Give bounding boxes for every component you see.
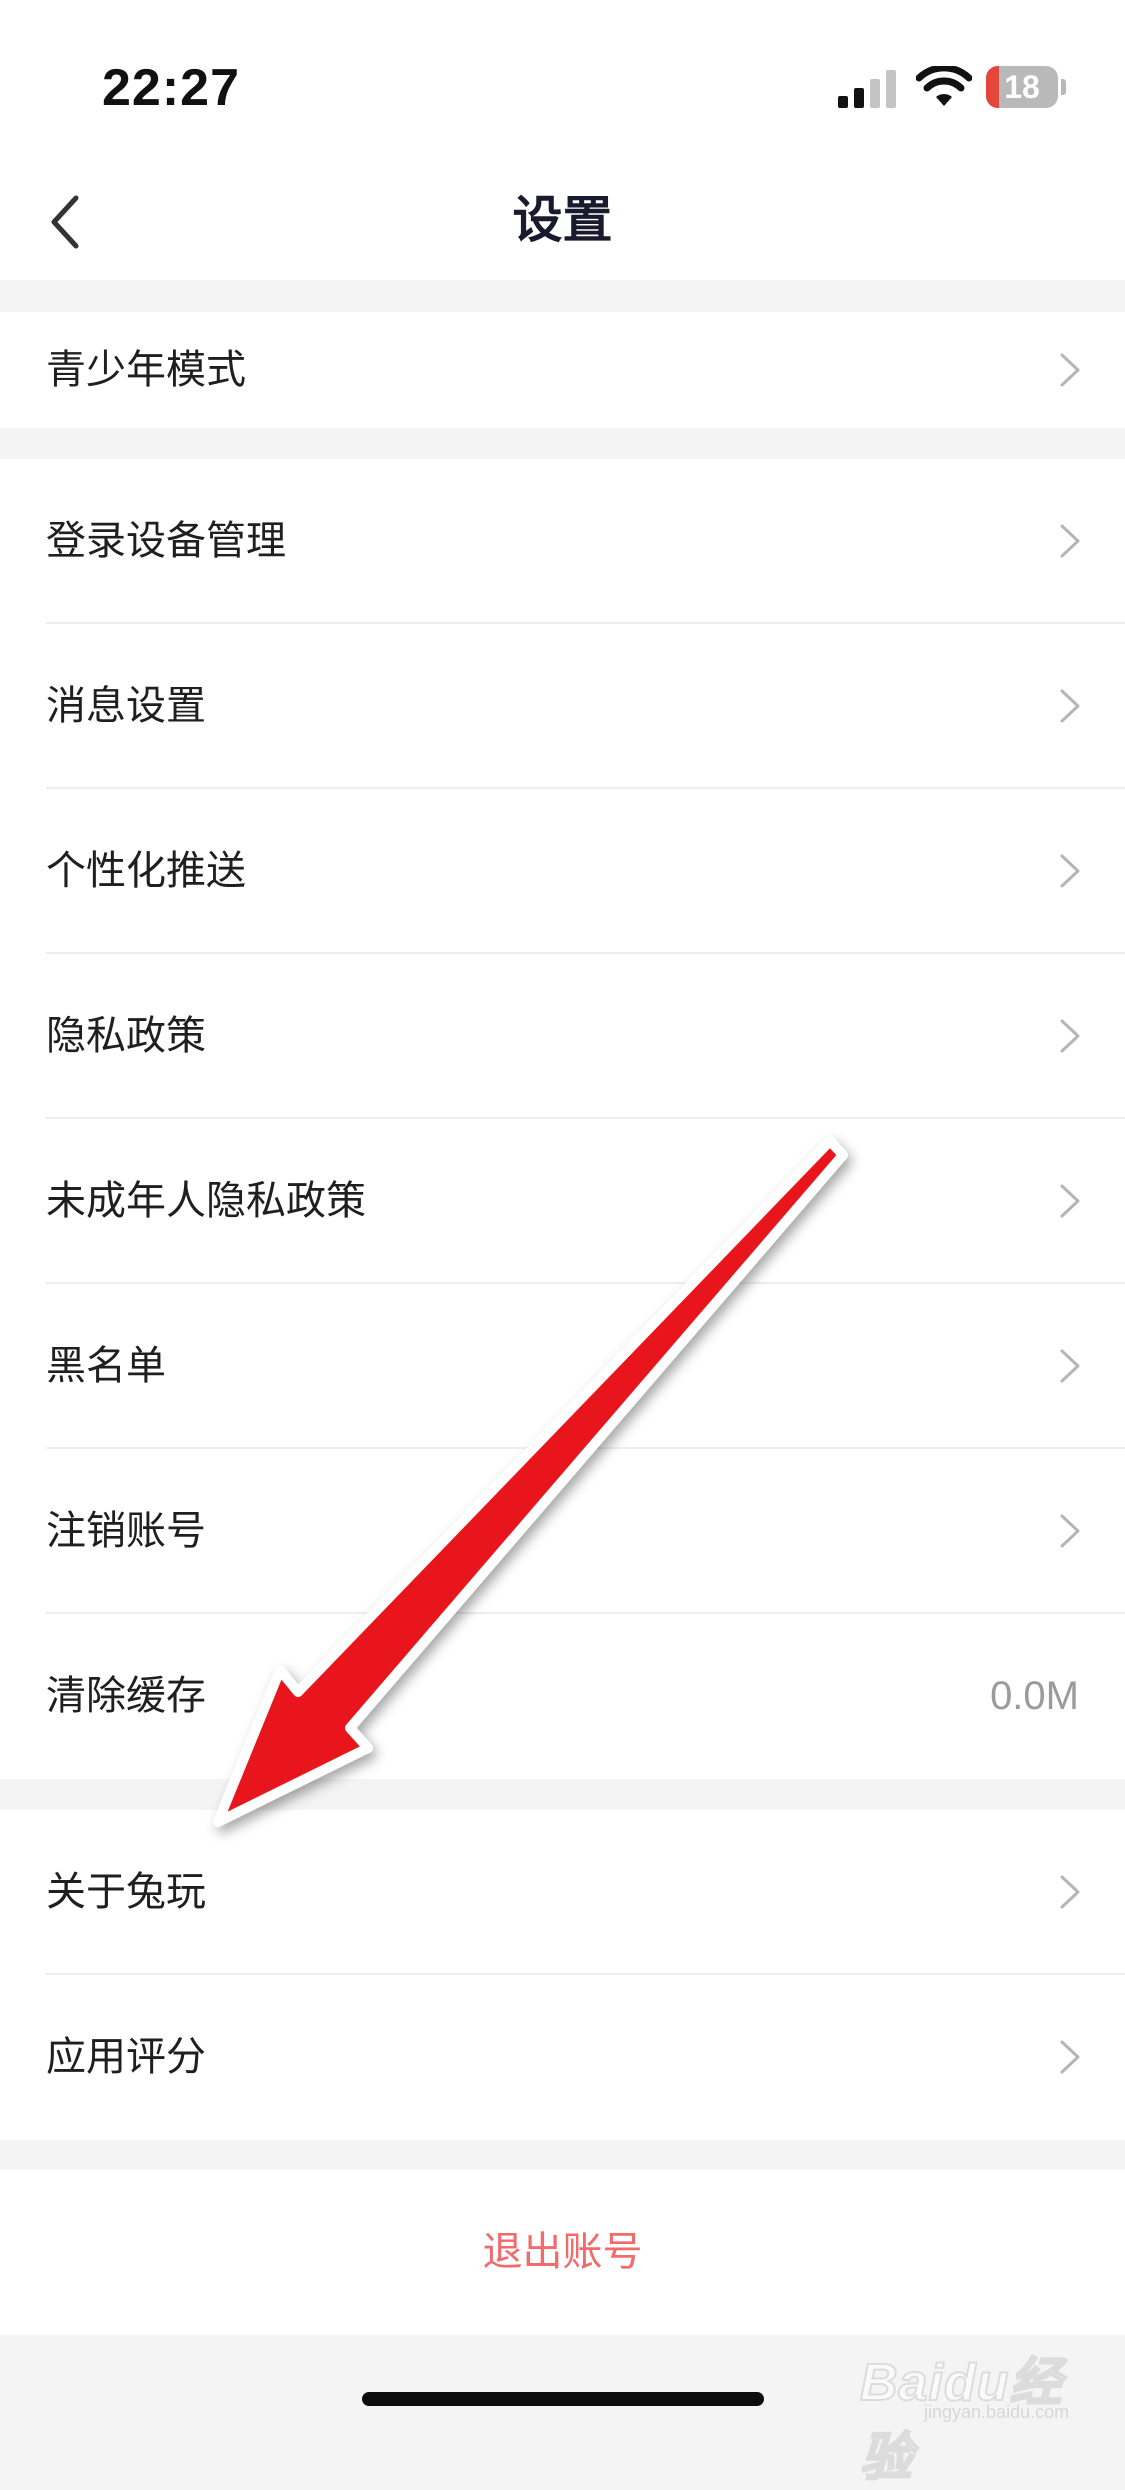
row-about[interactable]: 关于兔玩 [0,1810,1125,1975]
chevron-right-icon [1060,353,1080,387]
row-personalized-push[interactable]: 个性化推送 [0,789,1125,954]
back-button[interactable] [40,180,120,260]
chevron-right-icon [1060,1184,1080,1218]
row-login-devices[interactable]: 登录设备管理 [0,459,1125,624]
row-app-rating[interactable]: 应用评分 [0,1975,1125,2140]
chevron-right-icon [1060,1875,1080,1909]
battery-cap [1061,79,1066,95]
settings-group-teen: 青少年模式 [0,312,1125,428]
settings-group-main: 登录设备管理 消息设置 个性化推送 隐私政策 未成年人隐私政策 黑名单 注销账号… [0,459,1125,1779]
row-label: 登录设备管理 [46,518,286,564]
row-label: 清除缓存 [46,1673,206,1719]
chevron-right-icon [1060,524,1080,558]
chevron-right-icon [1060,689,1080,723]
battery-level: 18 [1004,69,1040,105]
chevron-right-icon [1060,2040,1080,2074]
cache-size-value: 0.0M [990,1674,1079,1718]
row-label: 注销账号 [46,1508,206,1554]
battery-icon: 18 [986,66,1066,108]
row-label: 未成年人隐私政策 [46,1178,366,1224]
row-label: 应用评分 [46,2034,206,2080]
page-title: 设置 [512,191,613,249]
signal-icon [838,70,896,108]
baidu-watermark: Baidu经验 jingyan.baidu.com [859,2310,1100,2488]
row-privacy-policy[interactable]: 隐私政策 [0,954,1125,1119]
battery-body: 18 [986,66,1058,108]
row-label: 消息设置 [46,683,206,729]
watermark-sub: jingyan.baidu.com [924,2402,1070,2422]
status-time: 22:27 [102,59,240,117]
row-label: 黑名单 [46,1343,166,1389]
status-bar: 22:27 18 [0,0,1125,160]
chevron-right-icon [1060,854,1080,888]
home-indicator[interactable] [362,2392,764,2406]
nav-bar: 设置 [0,160,1125,280]
row-label: 个性化推送 [46,848,246,894]
row-label: 关于兔玩 [46,1869,206,1915]
row-label: 隐私政策 [46,1013,206,1059]
chevron-left-icon [51,195,79,249]
row-label: 青少年模式 [46,347,246,393]
chevron-right-icon [1060,1514,1080,1548]
wifi-icon [916,66,972,106]
row-clear-cache[interactable]: 清除缓存 0.0M [0,1614,1125,1779]
row-message-settings[interactable]: 消息设置 [0,624,1125,789]
row-delete-account[interactable]: 注销账号 [0,1449,1125,1614]
chevron-right-icon [1060,1349,1080,1383]
row-teen-mode[interactable]: 青少年模式 [0,312,1125,428]
chevron-right-icon [1060,1019,1080,1053]
row-minor-privacy-policy[interactable]: 未成年人隐私政策 [0,1119,1125,1284]
settings-group-about: 关于兔玩 应用评分 [0,1810,1125,2140]
row-blacklist[interactable]: 黑名单 [0,1284,1125,1449]
